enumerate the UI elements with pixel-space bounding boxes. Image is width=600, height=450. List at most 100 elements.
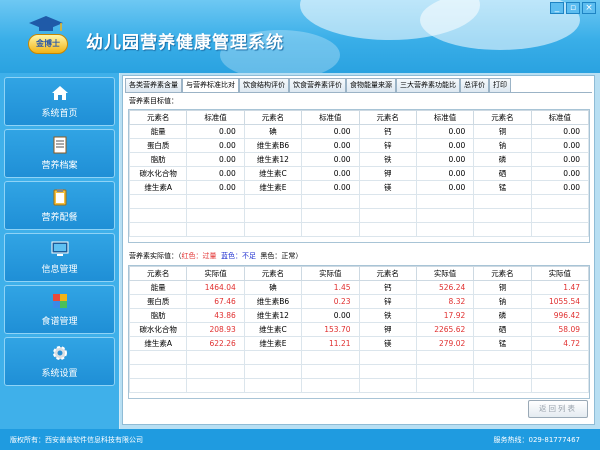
element-name-cell: 钙 (358, 280, 417, 295)
tab-divider (125, 92, 592, 93)
table-row[interactable]: 碳水化合物 0.00 维生素C 0.00 钾 0.00 硒 0.00 (129, 166, 589, 181)
element-name-cell: 维生素A (129, 336, 188, 351)
element-name-cell: 钾 (358, 322, 417, 337)
value-cell: 0.00 (186, 124, 245, 139)
element-name-cell: 钠 (473, 138, 532, 153)
table-row[interactable]: 能量 0.00 碘 0.00 钙 0.00 铜 0.00 (129, 124, 589, 139)
tab-diet-nutrient-eval[interactable]: 饮食营养素评价 (289, 78, 346, 92)
value-cell: 0.00 (530, 166, 589, 181)
tab-energy-source[interactable]: 食物能量来源 (346, 78, 396, 92)
column-header: 元素名 (358, 110, 417, 125)
element-name-cell: 钙 (358, 124, 417, 139)
app-title: 幼儿园营养健康管理系统 (86, 33, 284, 53)
element-name-cell: 碳水化合物 (129, 166, 188, 181)
logo-text: 金博士 (28, 34, 68, 54)
window-controls: _ ▫ × (550, 2, 596, 14)
column-header: 实际值 (301, 266, 360, 281)
value-cell: 0.00 (530, 138, 589, 153)
empty-cell (530, 364, 589, 379)
sidebar-item-nutrition-records[interactable]: 营养档案 (4, 129, 115, 178)
column-header: 元素名 (358, 266, 417, 281)
legend-excess: 红色：过量 (181, 252, 217, 260)
empty-cell (243, 378, 303, 393)
element-name-cell: 碘 (243, 124, 303, 139)
value-cell: 0.00 (186, 180, 245, 195)
element-name-cell: 铁 (358, 308, 417, 323)
empty-cell (129, 378, 188, 393)
empty-row (129, 194, 589, 209)
table-row[interactable]: 脂肪 43.86 维生素12 0.00 铁 17.92 磷 996.42 (129, 308, 589, 323)
table-row[interactable]: 碳水化合物 208.93 维生素C 153.70 钾 2265.62 硒 58.09 (129, 322, 589, 337)
table-row[interactable]: 脂肪 0.00 维生素12 0.00 铁 0.00 磷 0.00 (129, 152, 589, 167)
column-header: 元素名 (243, 266, 303, 281)
table-row[interactable]: 能量 1464.04 碘 1.45 钙 526.24 铜 1.47 (129, 280, 589, 295)
table-row[interactable]: 蛋白质 67.46 维生素B6 0.23 锌 8.32 钠 1055.54 (129, 294, 589, 309)
actual-section-label: 营养素实际值：（红色：过量 蓝色：不足 黑色：正常） (129, 251, 302, 261)
empty-cell (358, 350, 417, 365)
element-name-cell: 铁 (358, 152, 417, 167)
value-cell: 0.00 (530, 124, 589, 139)
empty-cell (415, 364, 475, 379)
empty-cell (358, 364, 417, 379)
empty-cell (301, 222, 360, 237)
column-header: 实际值 (186, 266, 245, 281)
tab-nutrient-content[interactable]: 各类营养素含量 (125, 78, 182, 92)
value-cell: 1055.54 (530, 294, 589, 309)
actual-label-prefix: 营养素实际值：（ (129, 252, 182, 260)
table-row[interactable]: 维生素A 0.00 维生素E 0.00 镁 0.00 锰 0.00 (129, 180, 589, 195)
restore-button[interactable]: ▫ (566, 2, 580, 14)
column-header: 实际值 (530, 266, 589, 281)
table-row[interactable]: 维生素A 622.26 维生素E 11.21 镁 279.02 锰 4.72 (129, 336, 589, 351)
element-name-cell: 维生素12 (243, 308, 303, 323)
value-cell: 1.45 (301, 280, 360, 295)
value-cell: 0.00 (415, 166, 475, 181)
back-to-list-button[interactable]: 返回列表 (528, 400, 588, 418)
home-icon (51, 86, 68, 100)
sidebar-item-info-management[interactable]: 信息管理 (4, 233, 115, 282)
tab-overall-eval[interactable]: 总评价 (460, 78, 489, 92)
value-cell: 0.00 (415, 152, 475, 167)
empty-row (129, 378, 589, 393)
empty-cell (473, 222, 532, 237)
value-cell: 0.00 (530, 152, 589, 167)
tab-bar: 各类营养素含量 与营养标准比对 饮食结构评价 饮食营养素评价 食物能量来源 三大… (125, 78, 511, 93)
minimize-button[interactable]: _ (550, 2, 564, 14)
empty-cell (129, 208, 188, 223)
element-name-cell: 碳水化合物 (129, 322, 188, 337)
element-name-cell: 维生素E (243, 180, 303, 195)
value-cell: 208.93 (186, 322, 245, 337)
tab-macronutrient-ratio[interactable]: 三大营养素功能比 (396, 78, 460, 92)
legend-normal: 黑色：正常） (260, 252, 303, 260)
sidebar-item-settings[interactable]: 系统设置 (4, 337, 115, 386)
empty-cell (129, 222, 188, 237)
element-name-cell: 磷 (473, 152, 532, 167)
legend-deficient: 蓝色：不足 (220, 252, 256, 260)
column-header: 元素名 (243, 110, 303, 125)
copyright-text: 版权所有：西安善善软件信息科技有限公司 (10, 436, 143, 444)
element-name-cell: 锰 (473, 180, 532, 195)
value-cell: 0.00 (186, 166, 245, 181)
actual-table: 元素名 实际值 元素名 实际值 元素名 实际值 元素名 实际值 能量 1464.04 碘 1.45 钙… (128, 265, 590, 399)
value-cell: 1.47 (530, 280, 589, 295)
tab-print[interactable]: 打印 (489, 78, 511, 92)
close-button[interactable]: × (582, 2, 596, 14)
element-name-cell: 钠 (473, 294, 532, 309)
sidebar-item-label: 食谱管理 (41, 317, 78, 327)
empty-cell (530, 222, 589, 237)
sidebar-item-label: 营养配餐 (41, 213, 78, 223)
empty-cell (301, 378, 360, 393)
tab-diet-structure[interactable]: 饮食结构评价 (239, 78, 289, 92)
sidebar-item-recipe-management[interactable]: 食谱管理 (4, 285, 115, 334)
empty-cell (301, 194, 360, 209)
empty-cell (473, 208, 532, 223)
sidebar: 系统首页 营养档案 营养配餐 信息管理 食谱管理 系统设置 (0, 73, 119, 429)
table-row[interactable]: 蛋白质 0.00 维生素B6 0.00 锌 0.00 钠 0.00 (129, 138, 589, 153)
tab-standard-comparison[interactable]: 与营养标准比对 (182, 78, 239, 93)
sidebar-item-home[interactable]: 系统首页 (4, 77, 115, 126)
empty-cell (473, 364, 532, 379)
column-header: 元素名 (473, 266, 532, 281)
sidebar-item-meal-planning[interactable]: 营养配餐 (4, 181, 115, 230)
empty-cell (243, 208, 303, 223)
value-cell: 526.24 (415, 280, 475, 295)
element-name-cell: 维生素12 (243, 152, 303, 167)
